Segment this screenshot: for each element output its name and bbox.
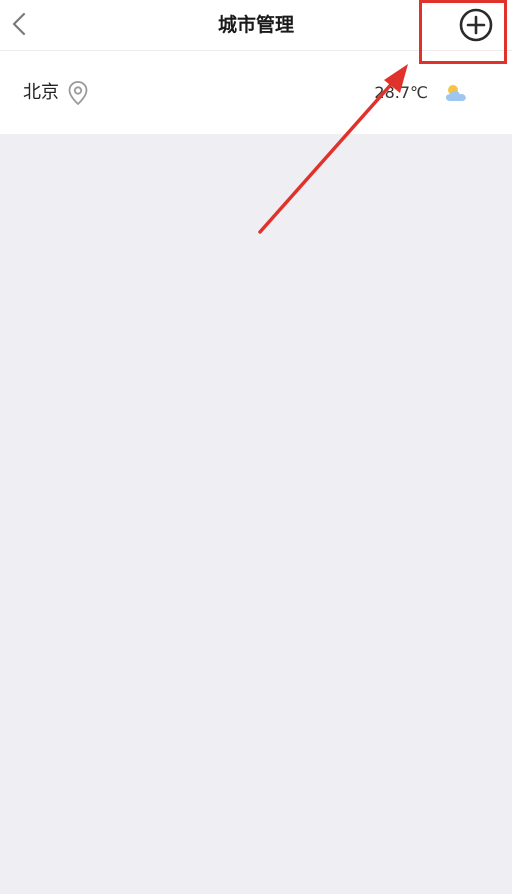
location-pin-icon (68, 81, 88, 105)
page-title: 城市管理 (217, 14, 294, 36)
city-name: 北京 (23, 82, 59, 103)
plus-circle-icon (459, 8, 493, 42)
temperature-value: 28.7℃ (374, 83, 428, 102)
top-navigation-bar: 城市管理 (0, 0, 512, 50)
add-city-button[interactable] (457, 6, 495, 44)
city-list-item[interactable]: 北京 28.7℃ (0, 51, 512, 134)
partly-cloudy-icon (446, 85, 466, 101)
empty-content-area (0, 134, 512, 894)
